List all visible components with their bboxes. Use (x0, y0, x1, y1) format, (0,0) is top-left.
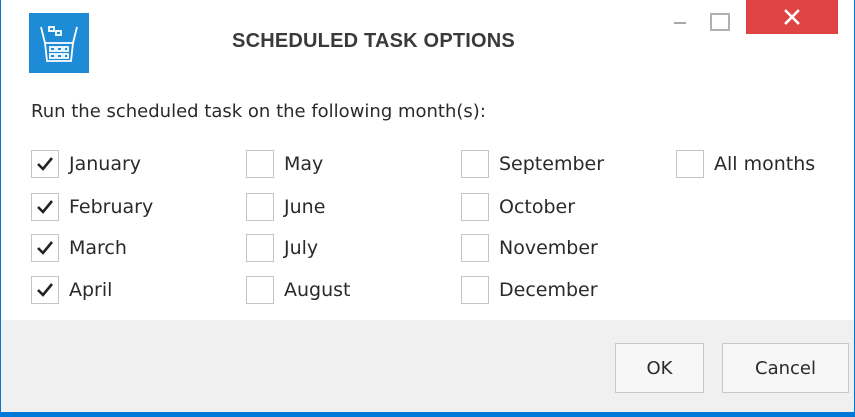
checkbox[interactable] (461, 193, 489, 221)
checkbox[interactable] (246, 234, 274, 262)
checkbox[interactable] (246, 276, 274, 304)
month-label: July (284, 237, 319, 259)
month-label: May (284, 153, 324, 175)
checkbox[interactable] (676, 150, 704, 178)
month-label: August (284, 279, 351, 301)
checkbox[interactable] (31, 150, 59, 178)
cancel-button[interactable]: Cancel (722, 343, 849, 393)
month-option-january[interactable]: January (31, 148, 141, 180)
month-option-november[interactable]: November (461, 232, 598, 264)
month-option-july[interactable]: July (246, 232, 318, 264)
checkbox[interactable] (461, 234, 489, 262)
checkbox[interactable] (246, 193, 274, 221)
month-option-february[interactable]: February (31, 191, 153, 223)
close-button[interactable] (746, 0, 838, 34)
month-option-may[interactable]: May (246, 148, 323, 180)
month-label: November (499, 237, 598, 259)
checkbox[interactable] (31, 234, 59, 262)
month-option-october[interactable]: October (461, 191, 575, 223)
month-option-december[interactable]: December (461, 274, 598, 306)
checkbox[interactable] (461, 150, 489, 178)
window-title: SCHEDULED TASK OPTIONS (232, 30, 515, 52)
title-bar[interactable]: SCHEDULED TASK OPTIONS (1, 0, 854, 88)
checkbox[interactable] (246, 150, 274, 178)
month-option-august[interactable]: August (246, 274, 351, 306)
all-months-option[interactable]: All months (676, 148, 815, 180)
month-label: December (499, 279, 598, 301)
checkbox[interactable] (31, 193, 59, 221)
checkmark-icon (37, 241, 54, 255)
minimize-button[interactable] (667, 0, 695, 36)
checkmark-icon (37, 200, 54, 214)
month-option-march[interactable]: March (31, 232, 127, 264)
close-icon (784, 9, 800, 25)
month-option-september[interactable]: September (461, 148, 604, 180)
month-label: February (69, 196, 154, 218)
checkmark-icon (37, 283, 54, 297)
checkmark-icon (37, 157, 54, 171)
month-option-june[interactable]: June (246, 191, 325, 223)
month-label: January (69, 153, 142, 175)
ok-button[interactable]: OK (615, 343, 704, 393)
checkbox[interactable] (31, 276, 59, 304)
all-months-label: All months (714, 153, 816, 175)
maximize-button[interactable] (701, 0, 737, 36)
checkbox[interactable] (461, 276, 489, 304)
month-option-april[interactable]: April (31, 274, 112, 306)
scheduled-task-options-dialog: SCHEDULED TASK OPTIONS Run the scheduled… (0, 0, 855, 417)
month-label: September (499, 153, 605, 175)
instruction-text: Run the scheduled task on the following … (31, 101, 486, 122)
month-label: June (284, 196, 326, 218)
month-label: March (69, 237, 127, 259)
month-label: October (499, 196, 576, 218)
month-label: April (69, 279, 113, 301)
